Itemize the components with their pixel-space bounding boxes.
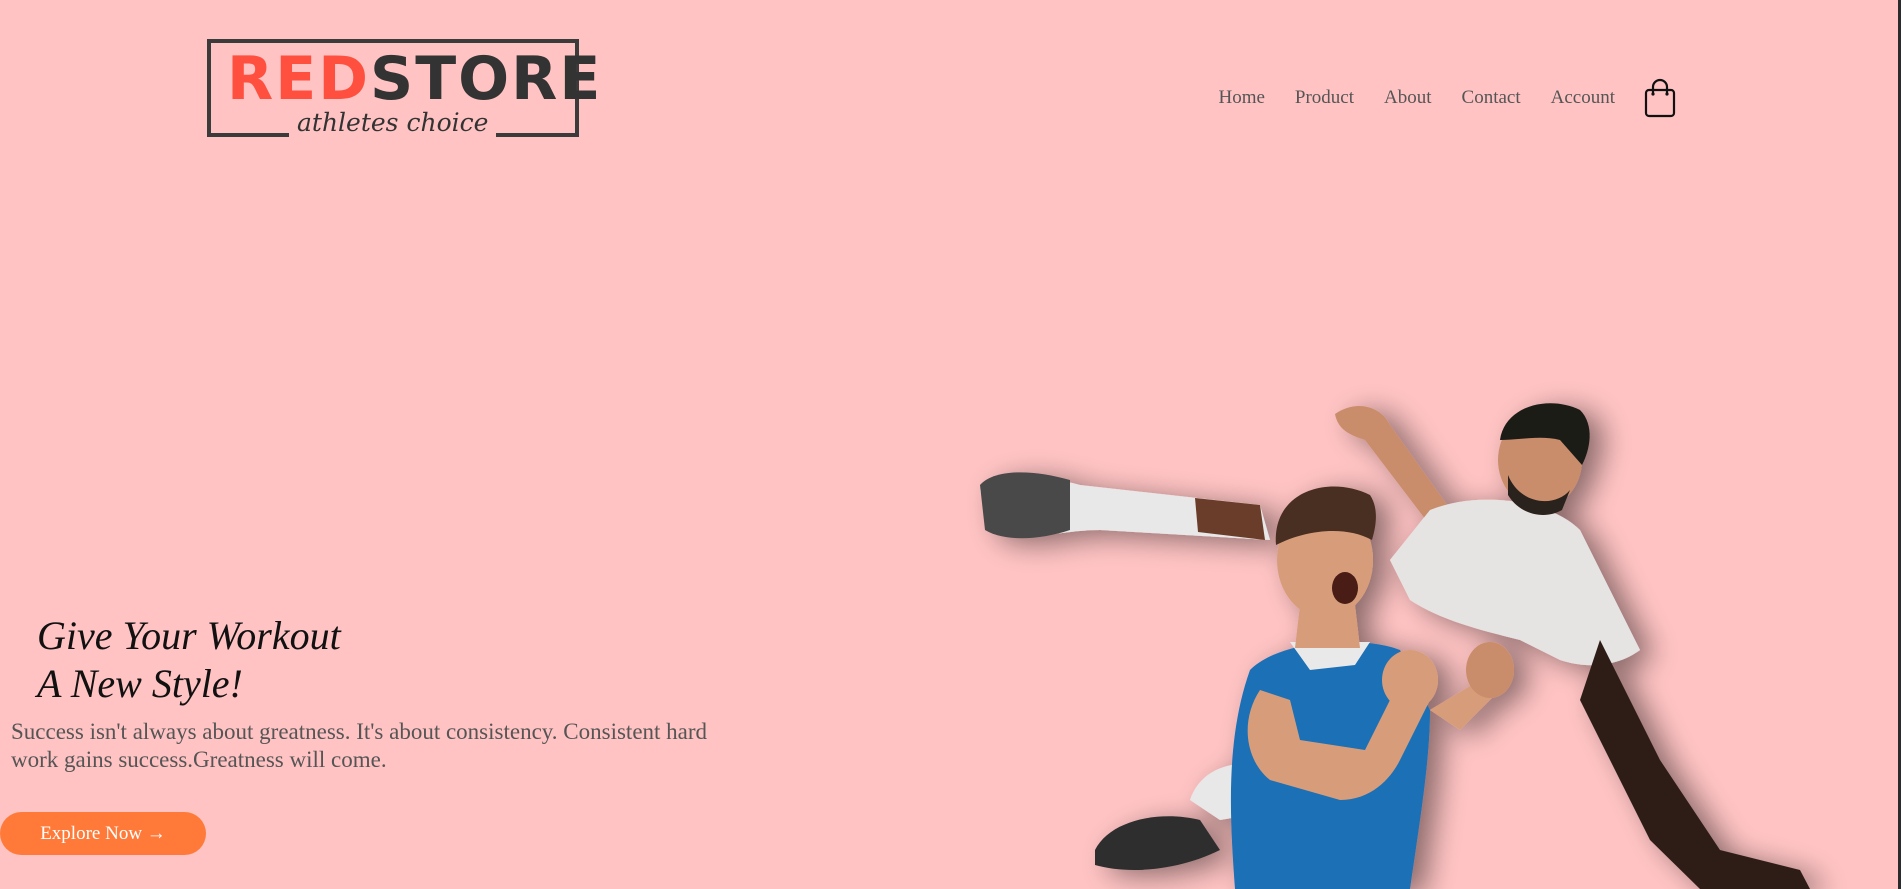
explore-now-button[interactable]: Explore Now → xyxy=(0,812,206,855)
nav-item-account: Account xyxy=(1551,87,1615,109)
nav-link-account[interactable]: Account xyxy=(1551,87,1615,108)
logo-tagline: athletes choice xyxy=(289,109,497,137)
logo-wordmark: REDSTORE xyxy=(227,49,602,109)
nav-item-about: About xyxy=(1384,87,1432,109)
nav-item-contact: Contact xyxy=(1462,87,1521,109)
page: REDSTORE athletes choice Home Product Ab… xyxy=(0,0,1901,889)
hero-description: Success isn't always about greatness. It… xyxy=(11,719,708,772)
main-nav: Home Product About Contact Account xyxy=(1218,78,1677,118)
hero-title-line1: Give Your Workout xyxy=(37,613,341,658)
shopping-bag-icon[interactable] xyxy=(1643,78,1677,118)
hero-title: Give Your Workout A New Style! xyxy=(37,612,341,708)
nav-links: Home Product About Contact Account xyxy=(1218,87,1645,109)
store-logo[interactable]: REDSTORE athletes choice xyxy=(207,39,600,137)
logo-red-text: RED xyxy=(227,44,370,114)
hero-athletes-image xyxy=(980,403,1810,889)
hero-title-line2: A New Style! xyxy=(37,661,243,706)
nav-link-contact[interactable]: Contact xyxy=(1462,87,1521,108)
logo-dark-text: STORE xyxy=(370,44,603,114)
nav-link-product[interactable]: Product xyxy=(1295,87,1354,108)
nav-link-home[interactable]: Home xyxy=(1218,87,1264,108)
nav-item-product: Product xyxy=(1295,87,1354,109)
nav-item-home: Home xyxy=(1218,87,1264,109)
nav-link-about[interactable]: About xyxy=(1384,87,1432,108)
